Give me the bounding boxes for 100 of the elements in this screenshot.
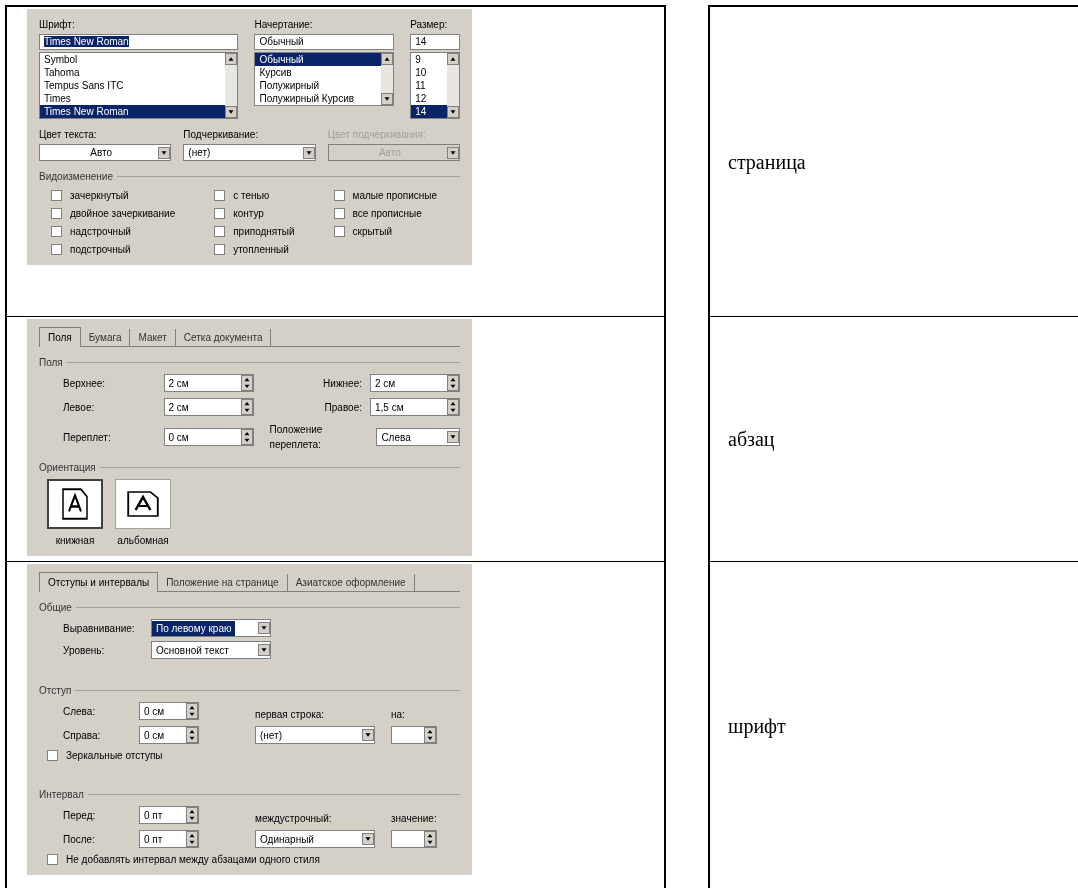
spin-arrows-icon[interactable] xyxy=(447,399,459,415)
dropdown[interactable]: Основной текст xyxy=(151,641,271,659)
dialog-tab[interactable]: Бумага xyxy=(80,329,131,346)
list-item[interactable]: Symbol xyxy=(40,53,226,66)
field-label: Слева: xyxy=(63,704,97,719)
checkbox-label: приподнятый xyxy=(233,225,295,239)
dropdown[interactable]: Одинарный xyxy=(255,830,375,848)
checkbox[interactable] xyxy=(51,190,62,201)
field-label: междустрочный: xyxy=(255,812,333,826)
answer-text: шрифт xyxy=(728,713,786,740)
checkbox-label: подстрочный xyxy=(70,243,131,257)
spin-arrows-icon[interactable] xyxy=(186,807,198,823)
list-item[interactable]: Tempus Sans ITC xyxy=(40,79,226,92)
list-item[interactable]: Полужирный xyxy=(255,79,382,92)
orientation-option[interactable] xyxy=(47,479,103,529)
dialog-tab[interactable]: Отступы и интервалы xyxy=(39,572,159,592)
dropdown[interactable]: По левому краю xyxy=(151,619,271,637)
list-item[interactable]: 11 xyxy=(411,79,447,92)
orientation-option[interactable] xyxy=(115,479,171,529)
checkbox[interactable] xyxy=(51,208,62,219)
checkbox-label: надстрочный xyxy=(70,225,131,239)
checkbox[interactable] xyxy=(333,226,345,237)
list-item[interactable]: Times New Roman xyxy=(40,105,226,118)
dropdown[interactable]: Авто xyxy=(39,144,172,161)
spin-field[interactable]: 2 см xyxy=(163,398,254,416)
group-title: Поля xyxy=(39,356,63,370)
page-letter-icon xyxy=(62,488,88,520)
list-item[interactable]: Обычный xyxy=(255,53,382,66)
field-label: После: xyxy=(63,832,96,847)
spin-field[interactable]: 0 см xyxy=(139,702,199,720)
text-field[interactable]: 14 xyxy=(410,34,460,50)
list-item[interactable]: 14 xyxy=(411,105,447,118)
dropdown[interactable]: (нет) xyxy=(255,726,375,744)
checkbox-label: Не добавлять интервал между абзацами одного стиля xyxy=(66,853,320,867)
field-label: Правое: xyxy=(324,400,362,415)
list-item[interactable]: Курсив xyxy=(255,66,382,79)
group-title: Видоизменение xyxy=(39,170,113,184)
list-item[interactable]: Tahoma xyxy=(40,66,226,79)
group-title: Общие xyxy=(39,601,72,615)
spin-field[interactable]: 1,5 см xyxy=(370,398,460,416)
spin-field[interactable]: 2 см xyxy=(163,374,254,392)
spin-arrows-icon[interactable] xyxy=(240,375,253,391)
checkbox-label: Зеркальные отступы xyxy=(66,749,163,763)
answer-text: страница xyxy=(728,149,806,176)
spin-field[interactable] xyxy=(391,726,437,744)
dropdown[interactable]: (нет) xyxy=(183,144,316,161)
dialog-tab[interactable]: Азиатское оформление xyxy=(287,574,415,591)
list-item[interactable]: Полужирный Курсив xyxy=(255,92,382,105)
spin-field[interactable]: 0 пт xyxy=(139,806,199,824)
spin-arrows-icon[interactable] xyxy=(424,831,436,847)
checkbox[interactable] xyxy=(333,190,345,201)
checkbox-label: контур xyxy=(233,207,264,221)
checkbox-label: малые прописные xyxy=(352,189,438,203)
checkbox[interactable] xyxy=(47,854,58,865)
group-title: Отступ xyxy=(39,684,72,698)
spin-arrows-icon[interactable] xyxy=(240,429,253,445)
spin-field[interactable]: 0 пт xyxy=(139,830,199,848)
spin-field[interactable]: 0 см xyxy=(139,726,199,744)
spin-arrows-icon[interactable] xyxy=(186,703,198,719)
checkbox[interactable] xyxy=(333,208,345,219)
field-label: на: xyxy=(391,708,406,722)
checkbox-label: все прописные xyxy=(352,207,422,221)
spin-field[interactable]: 0 см xyxy=(163,428,254,446)
dialog-tab[interactable]: Положение на странице xyxy=(158,574,288,591)
dialog-tab[interactable]: Макет xyxy=(130,329,176,346)
checkbox[interactable] xyxy=(214,226,226,237)
spin-arrows-icon[interactable] xyxy=(447,375,459,391)
dialog-tab[interactable]: Поля xyxy=(39,327,81,347)
checkbox[interactable] xyxy=(214,190,226,201)
field-label: первая строка: xyxy=(255,708,326,722)
list-item[interactable]: 9 xyxy=(411,53,447,66)
list-item[interactable]: Times xyxy=(40,92,226,105)
dialog-tab[interactable]: Сетка документа xyxy=(175,329,272,346)
list-item[interactable]: 10 xyxy=(411,66,447,79)
field-label: Переплет: xyxy=(63,430,111,445)
checkbox-label: утопленный xyxy=(233,243,289,257)
checkbox[interactable] xyxy=(214,244,226,255)
field-label: Уровень: xyxy=(63,643,106,658)
checkbox[interactable] xyxy=(51,226,62,237)
spin-field[interactable]: 2 см xyxy=(370,374,460,392)
text-field[interactable]: Обычный xyxy=(254,34,395,50)
checkbox-label: зачеркнутый xyxy=(70,189,129,203)
checkbox-label: двойное зачеркивание xyxy=(70,207,176,221)
answer-text: абзац xyxy=(728,427,775,453)
orientation-label: книжная xyxy=(55,534,95,548)
checkbox[interactable] xyxy=(51,244,62,255)
checkbox[interactable] xyxy=(47,750,58,761)
spin-arrows-icon[interactable] xyxy=(186,727,198,743)
dropdown[interactable]: Слева xyxy=(376,428,460,446)
field-label: значение: xyxy=(391,812,437,826)
spin-field[interactable] xyxy=(391,830,437,848)
dropdown-label: Цвет текста: xyxy=(39,128,98,142)
list-label: Начертание: xyxy=(254,18,314,32)
checkbox[interactable] xyxy=(214,208,226,219)
spin-arrows-icon[interactable] xyxy=(424,727,436,743)
spin-arrows-icon[interactable] xyxy=(186,831,198,847)
spin-arrows-icon[interactable] xyxy=(240,399,253,415)
list-label: Размер: xyxy=(410,18,449,32)
list-item[interactable]: 12 xyxy=(411,92,447,105)
text-field[interactable]: Times New Roman xyxy=(39,34,239,50)
